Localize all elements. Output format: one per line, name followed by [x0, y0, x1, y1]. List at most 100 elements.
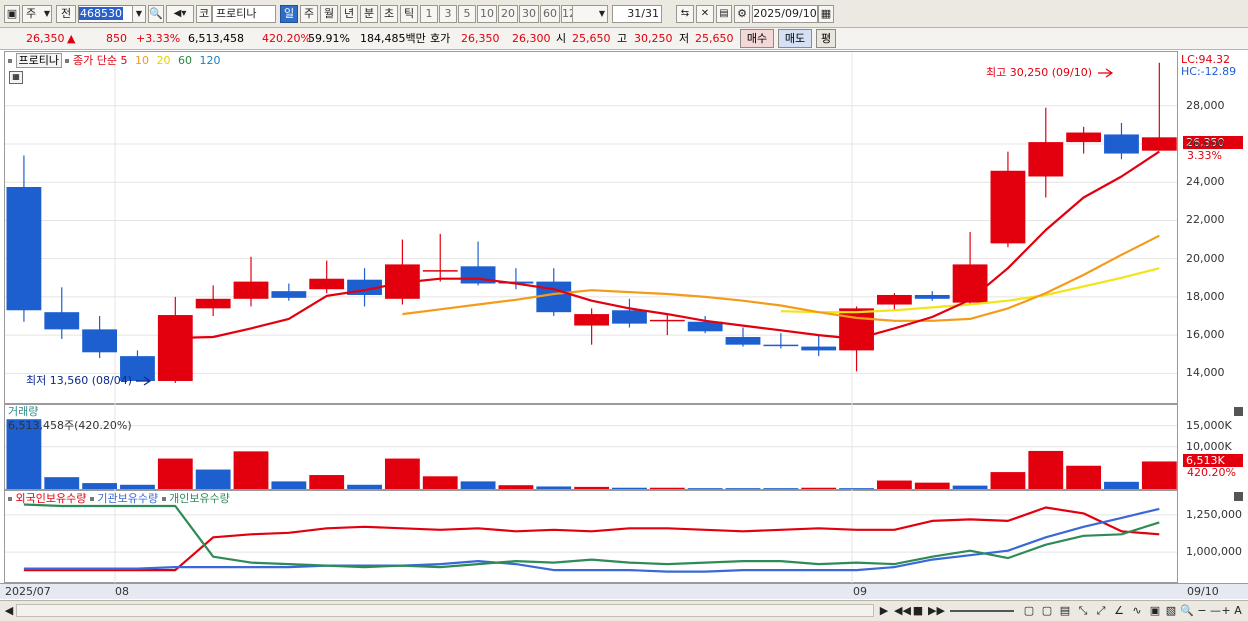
candle-body — [271, 291, 307, 298]
volume-bar — [952, 485, 988, 489]
volume-bar — [876, 480, 912, 489]
auto-scale-icon[interactable]: A — [1232, 603, 1244, 618]
x-label-current: 09/10 — [1187, 585, 1219, 598]
x-axis: 2025/07 08 09 09/10 — [0, 583, 1248, 599]
rect-tool-icon[interactable]: ▢ — [1040, 603, 1054, 618]
copy-tool-icon[interactable]: ▤ — [1058, 603, 1072, 618]
candle-body — [876, 294, 912, 305]
price-tick-label: 14,000 — [1186, 366, 1225, 380]
price-tick-label: 22,000 — [1186, 213, 1225, 227]
data-table-icon[interactable]: ▦ — [9, 71, 23, 84]
candle-body — [1066, 132, 1102, 143]
close-panel-icon[interactable] — [1234, 407, 1243, 416]
candle-body — [44, 312, 80, 330]
legend-bullet-icon — [161, 497, 166, 501]
legend-stock-name[interactable]: 프로티나 — [15, 53, 62, 68]
horizontal-scrollbar[interactable] — [16, 604, 874, 617]
x-label-aug: 08 — [115, 585, 129, 598]
legend-ma-label[interactable]: 종가 단순 — [73, 54, 117, 67]
volume-bar — [990, 472, 1026, 489]
volume-bar — [1104, 481, 1139, 489]
fan-tool-icon[interactable]: ⤢ — [1094, 603, 1108, 618]
volume-bar — [536, 486, 572, 489]
x-label-sep: 09 — [853, 585, 867, 598]
legend-ma-120: 120 — [199, 54, 221, 67]
rewind-icon[interactable]: ◀◀ — [894, 603, 911, 618]
candle-body — [839, 308, 874, 351]
candle-body — [82, 329, 118, 353]
volume-bar — [687, 488, 723, 490]
candle-body — [422, 270, 458, 272]
volume-bar — [422, 476, 458, 489]
scroll-right-icon[interactable]: ▶ — [878, 603, 890, 618]
volume-bar — [460, 481, 496, 489]
chart-bottom-bar: ◀ ▶ ◀◀ ■ ▶▶ ▢ ▢ ▤ ⤡ ⤢ ∠ ∿ ▣ ▧ 🔍 − — + A — [0, 600, 1248, 621]
candle-body — [763, 344, 799, 347]
candle-body — [157, 315, 193, 381]
holdings-line-0 — [23, 506, 1160, 572]
volume-bar — [914, 482, 950, 489]
volume-bar — [498, 485, 534, 489]
low-annotation: 최저 13,560 (08/04) — [26, 374, 133, 387]
volume-bar — [1141, 461, 1177, 489]
volume-bar — [649, 487, 685, 489]
holdings-tick-label: 1,250,000 — [1186, 507, 1242, 521]
export-tool-icon[interactable]: ▧ — [1164, 603, 1178, 618]
chart-canvas — [5, 52, 1177, 583]
holdings-line-1 — [23, 507, 1160, 573]
volume-bar — [574, 486, 610, 489]
candle-body — [952, 264, 988, 303]
legend-individual[interactable]: 개인보유수량 — [169, 492, 230, 505]
legend-bullet-icon — [65, 59, 70, 63]
image-tool-icon[interactable]: ▣ — [1148, 603, 1162, 618]
zoom-out-icon[interactable]: − — [1196, 603, 1208, 618]
angle-tool-icon[interactable]: ∠ — [1112, 603, 1126, 618]
volume-bar — [120, 484, 155, 489]
zoom-slider[interactable] — [950, 610, 1014, 612]
volume-readout: 6,513,458주(420.20%) — [8, 419, 132, 432]
line-width-icon[interactable]: — — [1210, 603, 1221, 618]
volume-bar — [612, 487, 647, 489]
stop-icon[interactable]: ■ — [912, 603, 924, 618]
legend-foreign[interactable]: 외국인보유수량 — [16, 492, 87, 505]
legend-bullet-icon — [8, 59, 12, 63]
x-label-jul: 2025/07 — [5, 585, 51, 598]
high-annotation: 최고 30,250 (09/10) — [986, 66, 1093, 79]
scroll-left-icon[interactable]: ◀ — [4, 603, 14, 618]
volume-tick-label: 10,000K — [1186, 439, 1232, 453]
candle-body — [801, 346, 837, 351]
zoom-icon[interactable]: 🔍 — [1180, 603, 1194, 618]
price-tick-label: 28,000 — [1186, 98, 1225, 112]
price-legend: 프로티나 종가 단순 5 10 20 60 120 — [8, 53, 221, 68]
legend-ma-20: 20 — [156, 54, 171, 67]
candle-body — [1141, 137, 1177, 151]
volume-bar — [271, 481, 307, 489]
line-tool-icon[interactable]: ▢ — [1022, 603, 1036, 618]
volume-bar — [1066, 465, 1102, 489]
price-tick-label: 18,000 — [1186, 289, 1225, 303]
holdings-line-2 — [23, 503, 1160, 569]
legend-bullet-icon — [8, 497, 12, 501]
candle-body — [6, 187, 42, 311]
forward-icon[interactable]: ▶▶ — [928, 603, 945, 618]
candle-body — [990, 170, 1026, 244]
legend-institution[interactable]: 기관보유수량 — [97, 492, 158, 505]
volume-bar — [725, 488, 761, 490]
candle-body — [309, 278, 345, 290]
volume-bar — [763, 488, 799, 490]
price-tick-label: 16,000 — [1186, 328, 1225, 342]
candle-body — [612, 310, 647, 324]
current-pct-label: 3.33% — [1187, 149, 1222, 162]
volume-tick-label: 15,000K — [1186, 418, 1232, 432]
wave-tool-icon[interactable]: ∿ — [1130, 603, 1144, 618]
close-panel-icon[interactable] — [1234, 492, 1243, 501]
price-tick-label: 26,000 — [1186, 137, 1225, 150]
legend-ma-10: 10 — [134, 54, 149, 67]
legend-ma-5: 5 — [120, 54, 128, 67]
candle-body — [195, 298, 231, 309]
trend-tool-icon[interactable]: ⤡ — [1076, 603, 1090, 618]
high-arrow-icon — [1098, 68, 1114, 78]
candle-body — [1028, 142, 1064, 177]
volume-title[interactable]: 거래량 — [8, 405, 38, 418]
zoom-in-icon[interactable]: + — [1220, 603, 1232, 618]
